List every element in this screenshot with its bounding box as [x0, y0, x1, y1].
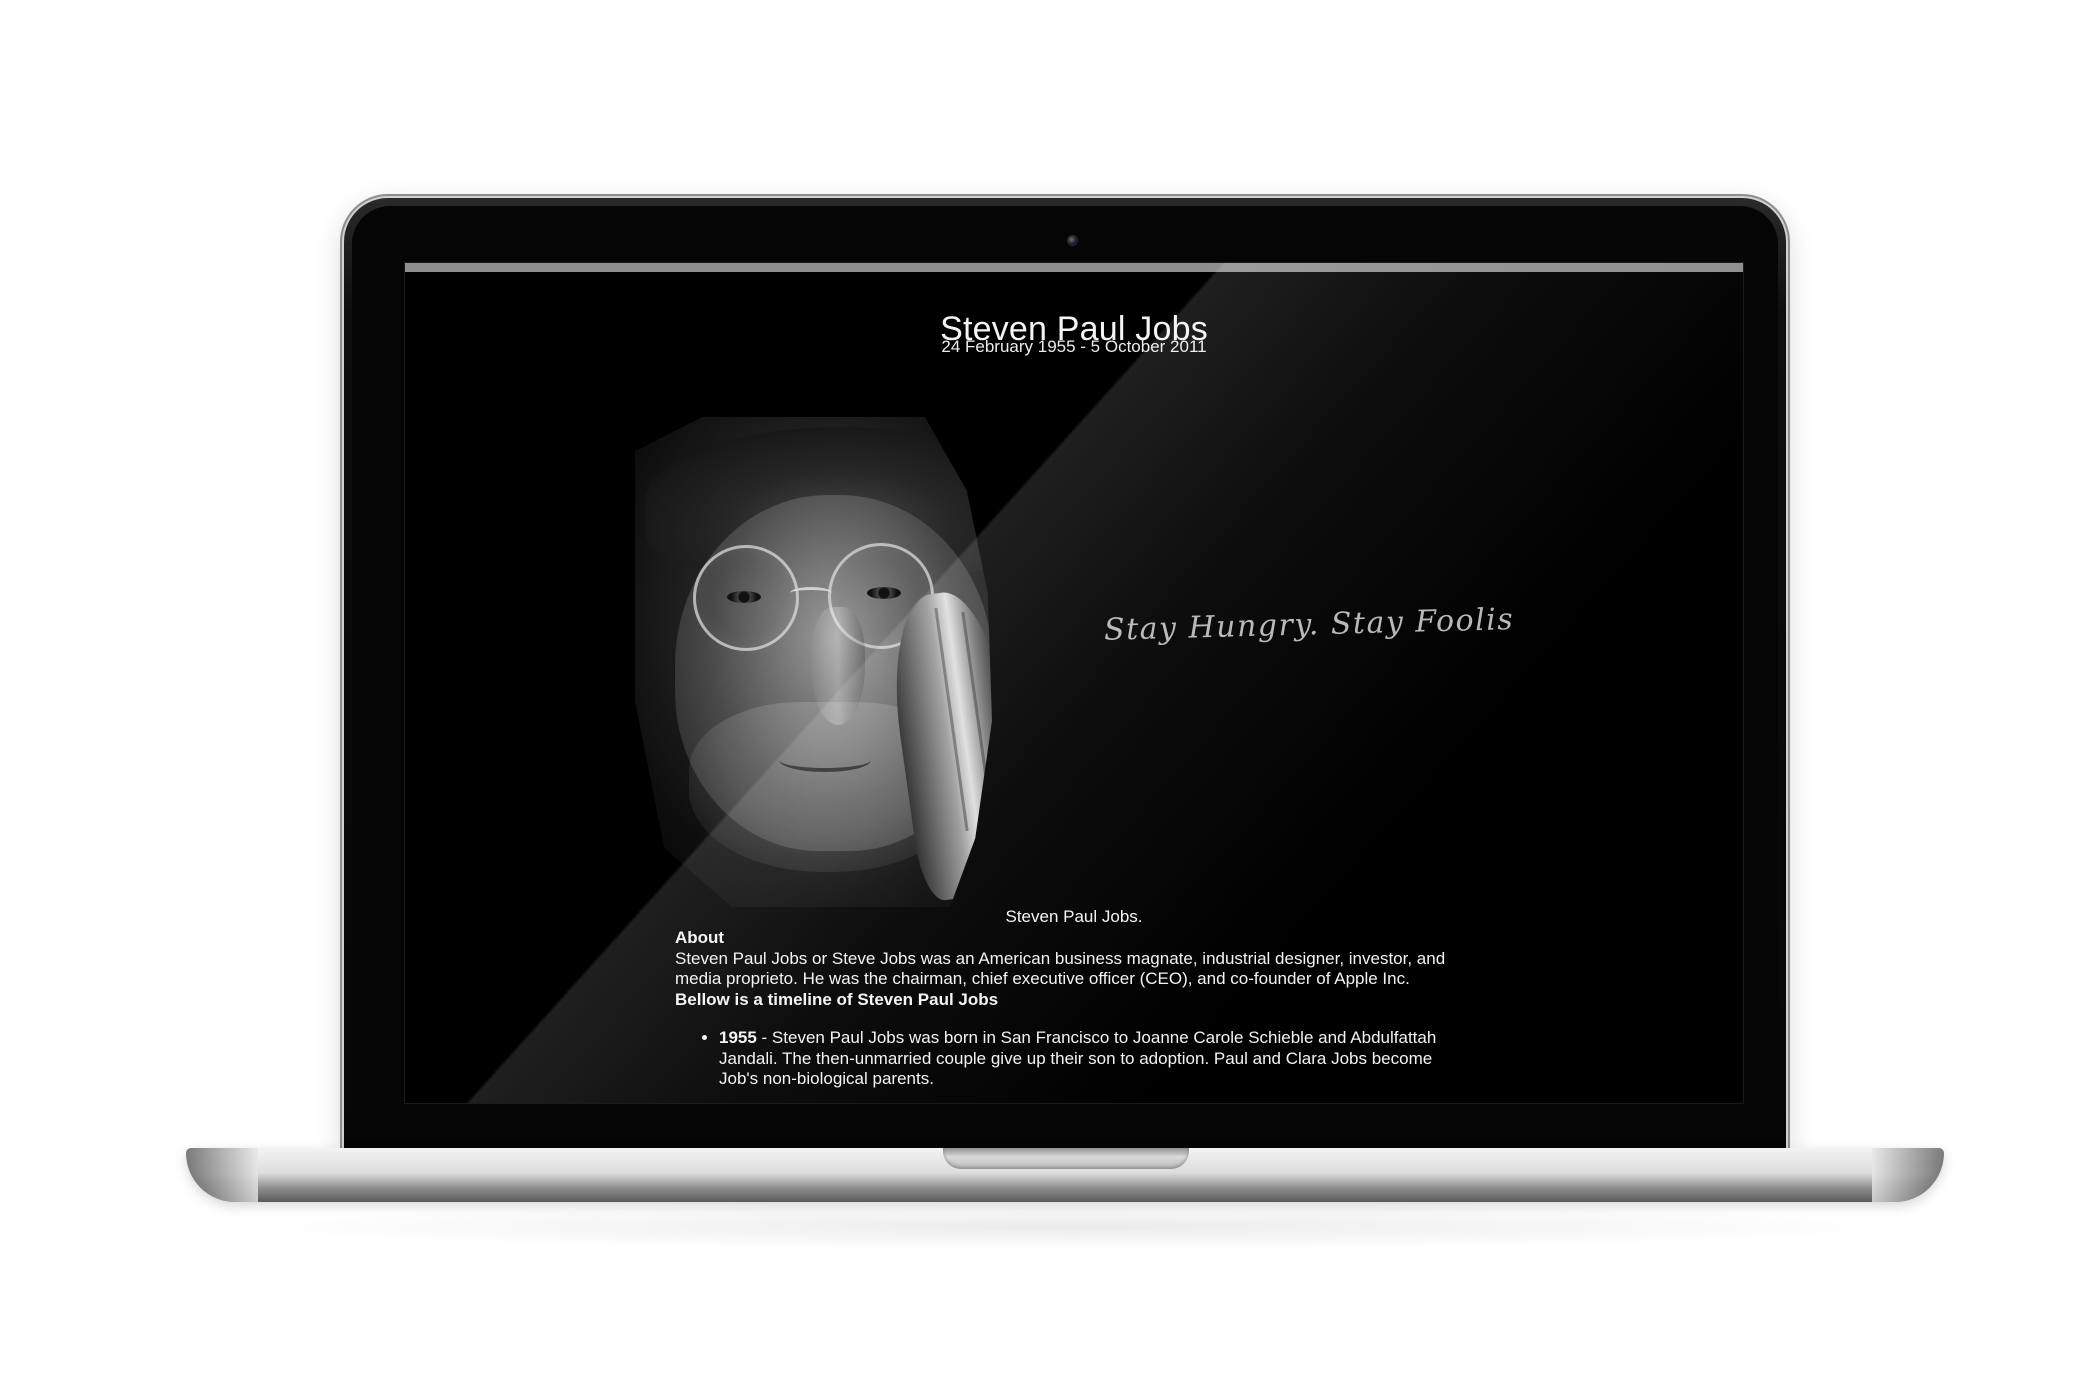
- content-section: About Steven Paul Jobs or Steve Jobs was…: [675, 928, 1460, 1090]
- hero-image: Stay Hungry. Stay Foolish.: [635, 417, 1513, 907]
- base-right-shine: [1872, 1148, 1944, 1202]
- portrait-image: [635, 417, 1048, 907]
- timeline-text: - Steven Paul Jobs was born in San Franc…: [719, 1028, 1437, 1088]
- webpage[interactable]: Steven Paul Jobs 24 February 1955 - 5 Oc…: [405, 272, 1743, 1103]
- image-caption: Steven Paul Jobs.: [1005, 907, 1143, 926]
- hero-motto: Stay Hungry. Stay Foolish.: [1103, 601, 1513, 648]
- eye-left: [727, 591, 761, 603]
- camera-icon: [1067, 235, 1078, 246]
- timeline-heading: Bellow is a timeline of Steven Paul Jobs: [675, 989, 999, 1009]
- laptop-hinge-notch: [943, 1148, 1189, 1169]
- laptop-shadow: [270, 1204, 1870, 1249]
- laptop-screen[interactable]: Steven Paul Jobs 24 February 1955 - 5 Oc…: [404, 262, 1744, 1104]
- timeline-item: 1955 - Steven Paul Jobs was born in San …: [719, 1028, 1460, 1090]
- eyeglass-bridge: [790, 587, 832, 599]
- ring: [1018, 751, 1048, 775]
- timeline-year: 1955: [719, 1028, 757, 1047]
- laptop-base: [186, 1148, 1944, 1202]
- laptop-mockup-scene: Steven Paul Jobs 24 February 1955 - 5 Oc…: [0, 0, 2100, 1400]
- nose-highlight: [811, 607, 865, 725]
- about-heading: About: [675, 928, 725, 947]
- laptop-bezel: Steven Paul Jobs 24 February 1955 - 5 Oc…: [352, 206, 1778, 1154]
- mouth: [779, 748, 871, 772]
- about-text: Steven Paul Jobs or Steve Jobs was an Am…: [675, 948, 1446, 989]
- life-dates: 24 February 1955 - 5 October 2011: [941, 337, 1207, 356]
- laptop-lid: Steven Paul Jobs 24 February 1955 - 5 Oc…: [344, 198, 1786, 1154]
- base-left-shine: [186, 1148, 258, 1202]
- timeline-list: 1955 - Steven Paul Jobs was born in San …: [675, 1028, 1460, 1090]
- eye-right: [867, 587, 901, 599]
